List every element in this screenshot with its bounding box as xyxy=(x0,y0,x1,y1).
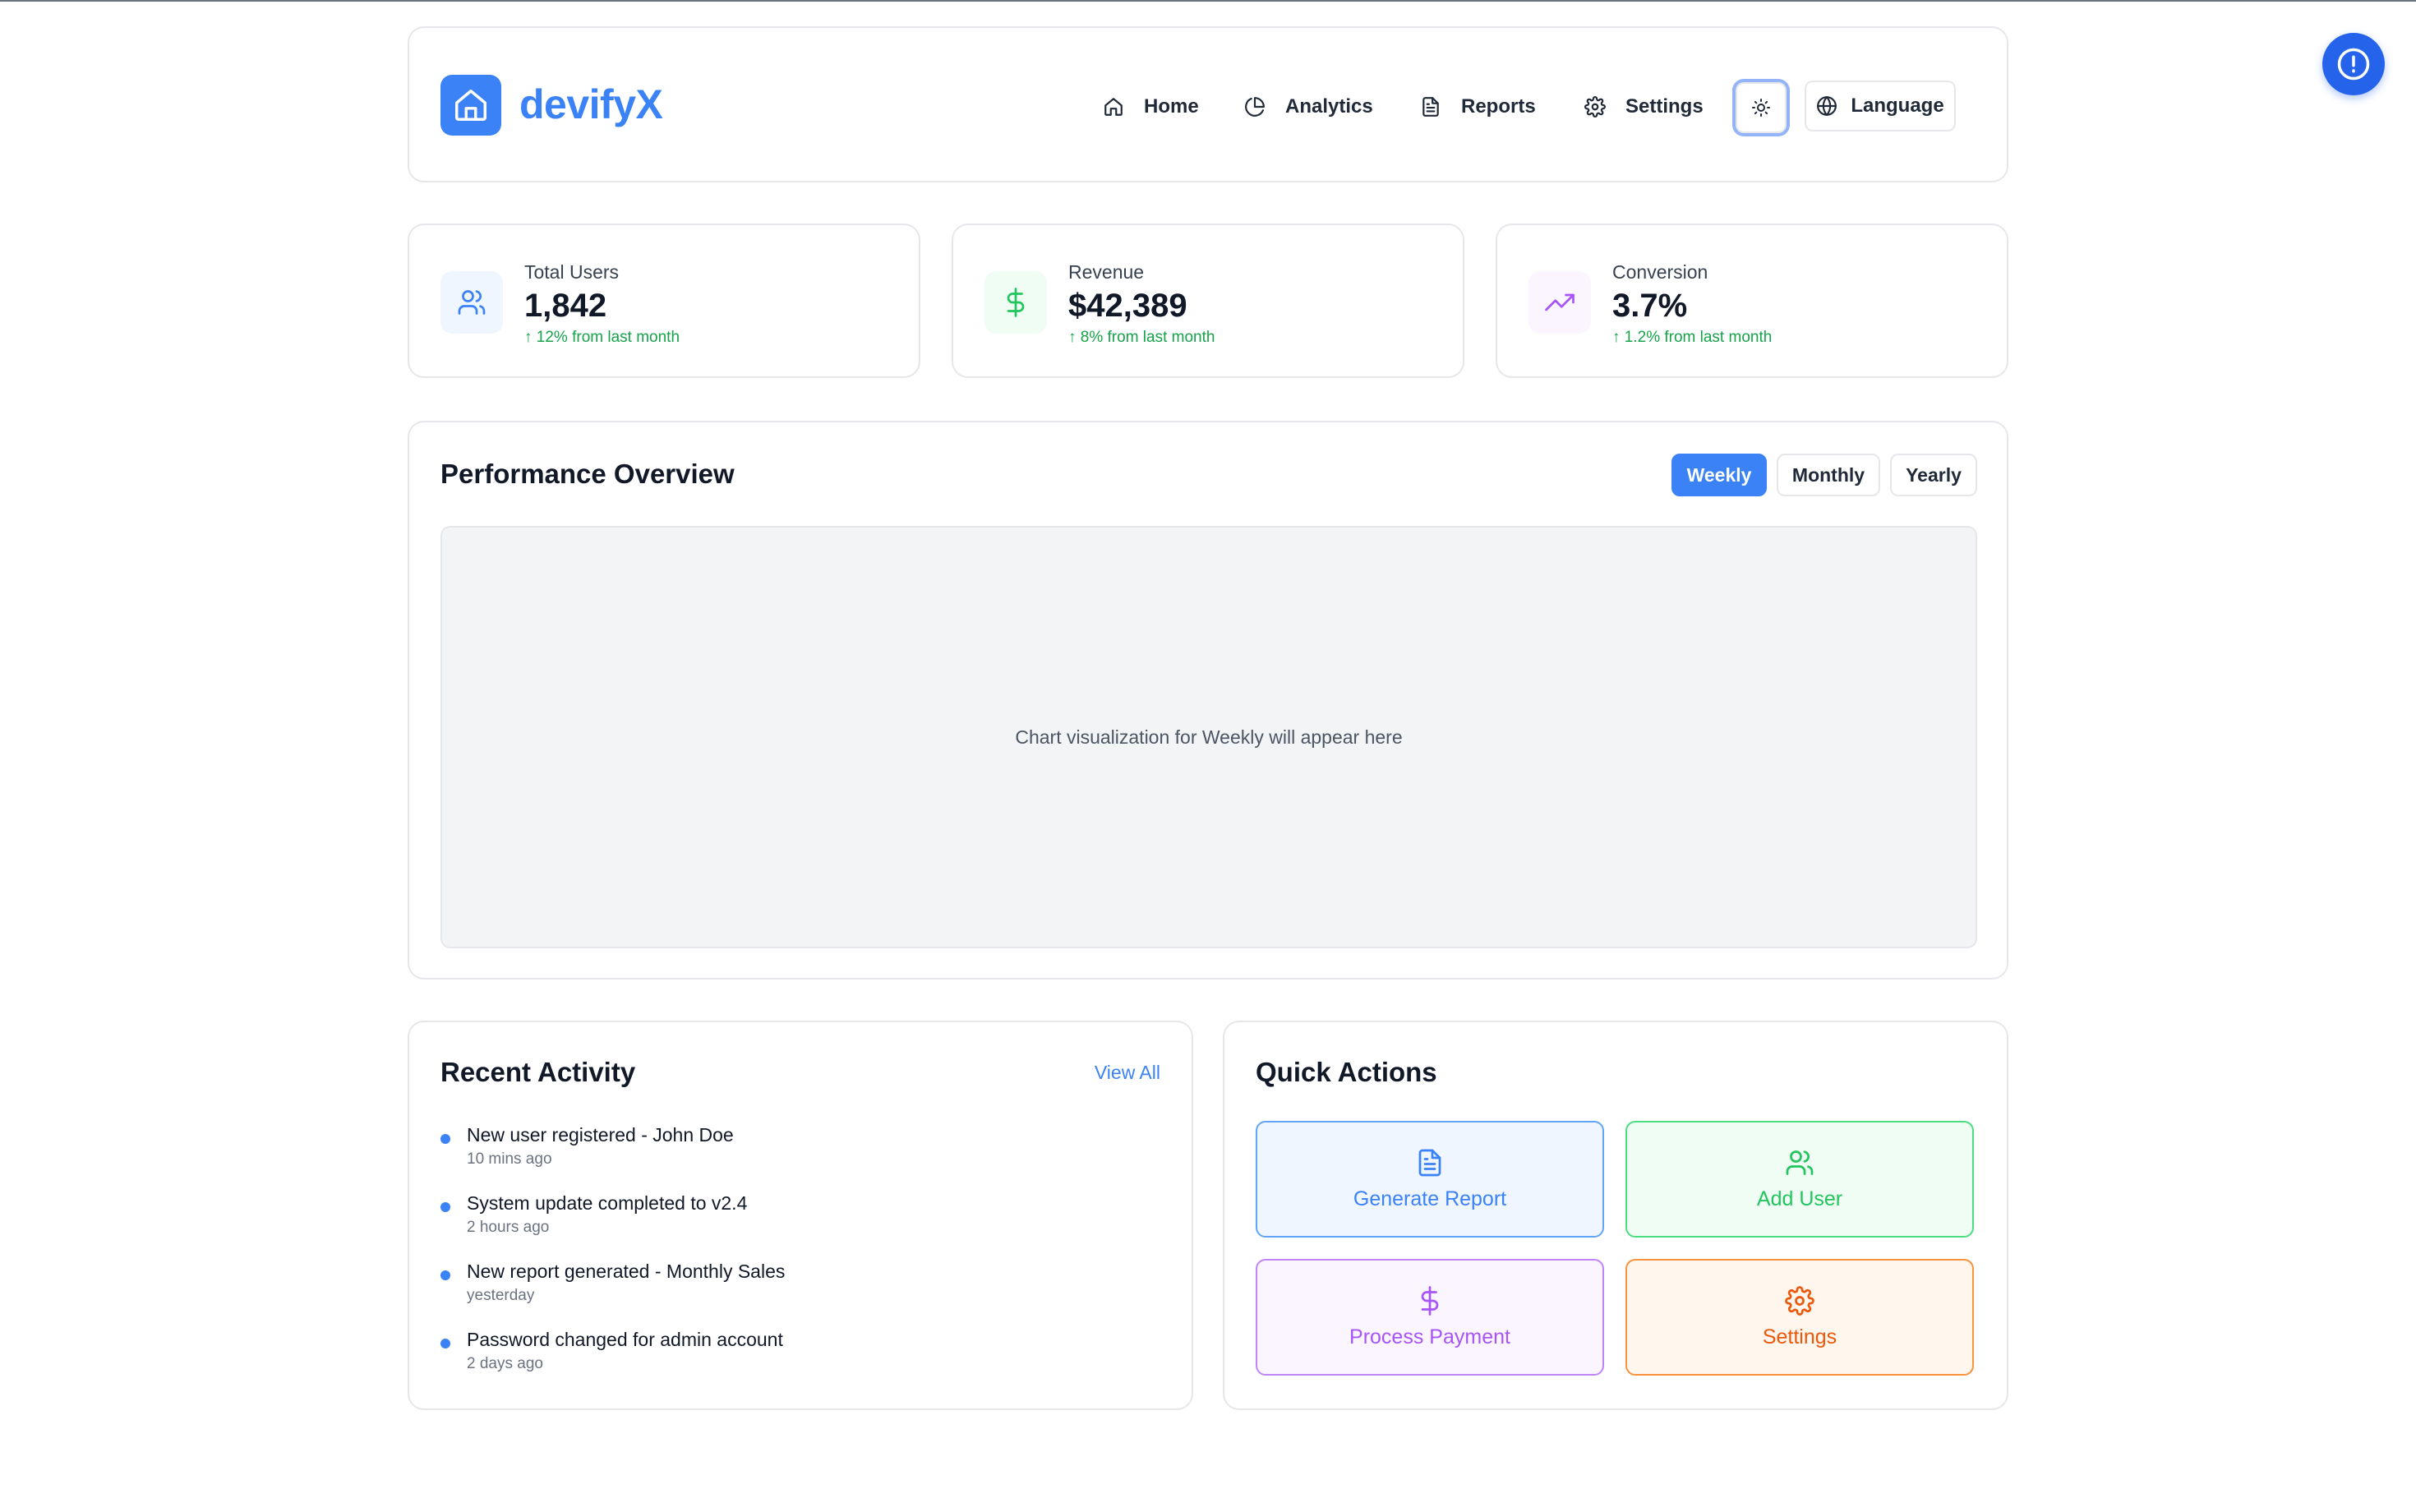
generate-report-label: Generate Report xyxy=(1353,1187,1507,1210)
tab-monthly[interactable]: Monthly xyxy=(1777,454,1880,496)
nav-home-label: Home xyxy=(1144,95,1199,118)
stat-value: $42,389 xyxy=(1068,288,1187,324)
stat-label: Revenue xyxy=(1068,261,1145,283)
activity-time: 2 days ago xyxy=(467,1355,543,1372)
dollar-icon xyxy=(984,271,1047,334)
language-label: Language xyxy=(1851,94,1944,117)
activity-time: 2 hours ago xyxy=(467,1219,550,1236)
stat-change: ↑ 1.2% from last month xyxy=(1612,329,1773,346)
file-text-icon xyxy=(1415,1148,1445,1178)
stat-change: ↑ 8% from last month xyxy=(1068,329,1215,346)
view-all-link[interactable]: View All xyxy=(1095,1062,1160,1084)
alert-circle-icon xyxy=(2336,47,2371,81)
tab-yearly[interactable]: Yearly xyxy=(1890,454,1977,496)
activity-text: New user registered - John Doe xyxy=(467,1124,734,1146)
users-icon xyxy=(440,271,503,334)
gear-icon xyxy=(1785,1285,1814,1316)
bullet-dot xyxy=(440,1134,450,1144)
stat-label: Total Users xyxy=(524,261,620,283)
language-button[interactable]: Language xyxy=(1805,81,1956,131)
generate-report-button[interactable]: Generate Report xyxy=(1256,1121,1604,1238)
tab-weekly[interactable]: Weekly xyxy=(1671,454,1767,496)
gear-icon xyxy=(1584,96,1606,118)
globe-icon xyxy=(1816,95,1837,117)
nav-analytics[interactable]: Analytics xyxy=(1244,89,1373,125)
top-header: devifyX Home Analytics Reports Settings … xyxy=(408,26,2008,182)
activity-text: New report generated - Monthly Sales xyxy=(467,1261,786,1282)
stat-card-total-users: Total Users 1,842 ↑ 12% from last month xyxy=(408,224,920,378)
stat-label: Conversion xyxy=(1612,261,1708,283)
nav-settings[interactable]: Settings xyxy=(1584,89,1704,125)
pie-chart-icon xyxy=(1244,96,1266,118)
users-icon xyxy=(1785,1148,1814,1178)
recent-activity-card: Recent Activity View All New user regist… xyxy=(408,1021,1193,1410)
activity-time: yesterday xyxy=(467,1287,535,1304)
activity-text: Password changed for admin account xyxy=(467,1329,783,1350)
process-payment-button[interactable]: Process Payment xyxy=(1256,1259,1604,1376)
quick-actions-title: Quick Actions xyxy=(1256,1057,1437,1087)
nav-analytics-label: Analytics xyxy=(1285,95,1373,118)
home-logo-icon[interactable] xyxy=(440,75,501,136)
stat-value: 1,842 xyxy=(524,288,607,324)
theme-toggle-button[interactable] xyxy=(1736,82,1787,133)
nav-settings-label: Settings xyxy=(1625,95,1704,118)
nav-reports[interactable]: Reports xyxy=(1420,89,1536,125)
bullet-dot xyxy=(440,1339,450,1348)
add-user-label: Add User xyxy=(1756,1187,1843,1210)
file-text-icon xyxy=(1420,96,1441,118)
stat-card-conversion: Conversion 3.7% ↑ 1.2% from last month xyxy=(1496,224,2008,378)
settings-action-button[interactable]: Settings xyxy=(1625,1259,1974,1376)
sun-icon xyxy=(1751,98,1771,118)
activity-text: System update completed to v2.4 xyxy=(467,1192,748,1214)
recent-activity-title: Recent Activity xyxy=(440,1057,636,1087)
bullet-dot xyxy=(440,1270,450,1280)
nav-reports-label: Reports xyxy=(1461,95,1536,118)
activity-time: 10 mins ago xyxy=(467,1150,552,1168)
performance-title: Performance Overview xyxy=(440,459,735,489)
bullet-dot xyxy=(440,1202,450,1212)
settings-action-label: Settings xyxy=(1762,1325,1837,1348)
stat-value: 3.7% xyxy=(1612,288,1688,324)
chart-placeholder-text: Chart visualization for Weekly will appe… xyxy=(1015,726,1403,748)
stat-change: ↑ 12% from last month xyxy=(524,329,680,346)
add-user-button[interactable]: Add User xyxy=(1625,1121,1974,1238)
brand-name[interactable]: devifyX xyxy=(519,81,663,128)
stat-card-revenue: Revenue $42,389 ↑ 8% from last month xyxy=(952,224,1464,378)
nav-home[interactable]: Home xyxy=(1103,89,1199,125)
process-payment-label: Process Payment xyxy=(1349,1325,1510,1348)
quick-actions-card: Quick Actions Generate Report Add User P… xyxy=(1223,1021,2008,1410)
dollar-icon xyxy=(1415,1285,1445,1316)
trending-up-icon xyxy=(1528,271,1591,334)
help-fab-button[interactable] xyxy=(2322,33,2385,95)
performance-overview-card: Performance Overview Weekly Monthly Year… xyxy=(408,421,2008,980)
home-icon xyxy=(1103,96,1124,118)
chart-placeholder: Chart visualization for Weekly will appe… xyxy=(440,526,1977,948)
